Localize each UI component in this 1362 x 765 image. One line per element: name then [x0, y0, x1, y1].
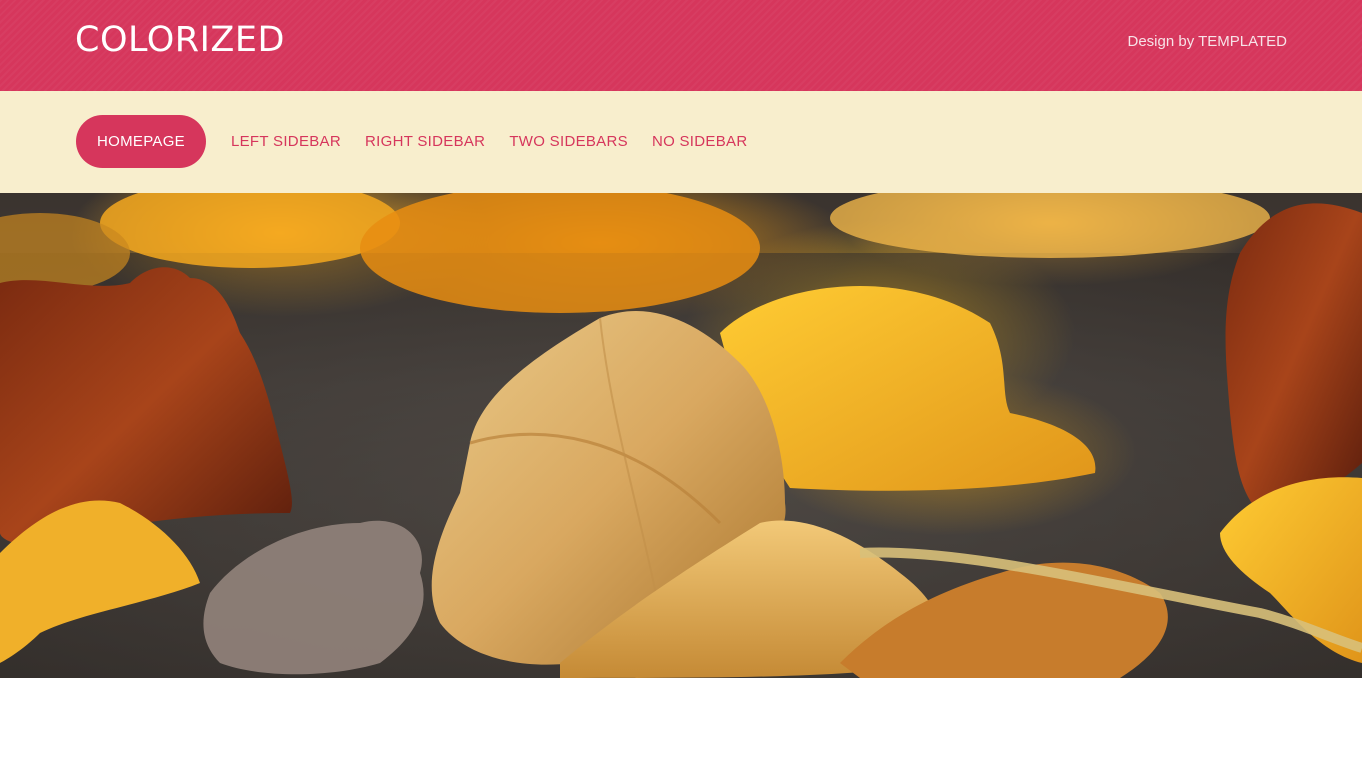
- nav-menu: HOMEPAGE LEFT SIDEBAR RIGHT SIDEBAR TWO …: [76, 115, 771, 168]
- main-navigation: HOMEPAGE LEFT SIDEBAR RIGHT SIDEBAR TWO …: [0, 91, 1362, 193]
- nav-link-homepage[interactable]: HOMEPAGE: [76, 115, 206, 168]
- nav-item-homepage: HOMEPAGE: [76, 115, 206, 168]
- nav-link-left-sidebar[interactable]: LEFT SIDEBAR: [231, 115, 341, 168]
- autumn-leaves-illustration: [0, 193, 1362, 678]
- site-header: COLORIZED Design by TEMPLATED: [0, 0, 1362, 91]
- site-logo[interactable]: COLORIZED: [75, 20, 285, 60]
- nav-link-two-sidebars[interactable]: TWO SIDEBARS: [509, 115, 628, 168]
- nav-item-right-sidebar: RIGHT SIDEBAR: [365, 115, 485, 168]
- nav-link-right-sidebar[interactable]: RIGHT SIDEBAR: [365, 115, 485, 168]
- nav-item-two-sidebars: TWO SIDEBARS: [509, 115, 628, 168]
- nav-item-left-sidebar: LEFT SIDEBAR: [231, 115, 341, 168]
- nav-link-no-sidebar[interactable]: NO SIDEBAR: [652, 115, 748, 168]
- design-credit-link[interactable]: Design by TEMPLATED: [1128, 32, 1288, 52]
- nav-item-no-sidebar: NO SIDEBAR: [652, 115, 748, 168]
- banner-image: [0, 193, 1362, 678]
